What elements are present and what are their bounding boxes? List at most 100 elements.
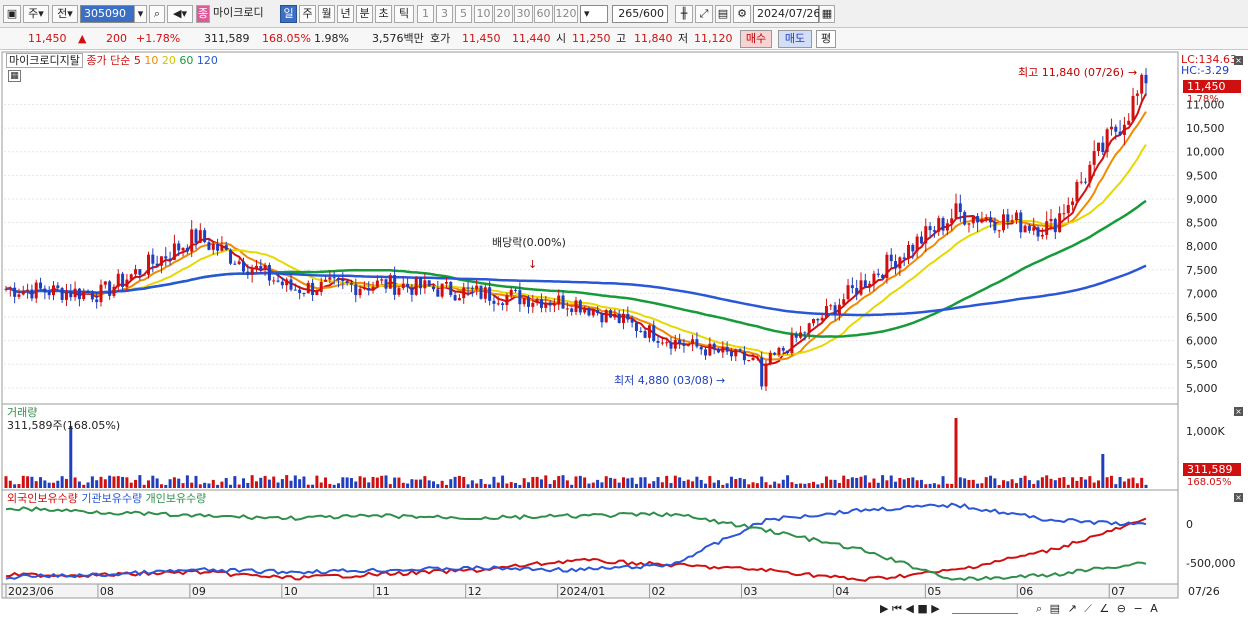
prev-select[interactable]: 전▾ [52,5,78,23]
volume-bar [337,483,340,488]
high-price: 11,840 [634,32,673,45]
tick-3[interactable]: 3 [436,5,453,23]
volume-bar [768,484,772,488]
candle-body [704,349,708,356]
volume-bar [384,475,388,488]
candle-body [604,310,608,323]
tick-5[interactable]: 5 [455,5,472,23]
stop-icon[interactable]: ■ [917,602,927,615]
volume-bar [742,479,746,488]
candle-body [121,273,125,287]
volume-bar [777,483,781,488]
angle-icon[interactable]: ∠ [1099,602,1111,615]
close-icon-holding[interactable]: × [1234,493,1243,502]
tick-60[interactable]: 60 [534,5,553,23]
date-input[interactable]: 2024/07/26 [753,5,820,23]
tab-second[interactable]: 초 [375,5,392,23]
close-icon-volume[interactable]: × [1234,407,1243,416]
candle-body [561,295,565,309]
line-icon[interactable]: ⟋ [1084,602,1094,615]
candle-body [505,295,509,305]
save-icon[interactable]: ▤ [715,5,731,23]
grid-icon[interactable]: ▦ [8,70,21,82]
tab-year[interactable]: 년 [337,5,354,23]
volume-bar [388,484,392,488]
buy-button[interactable]: 매수 [740,30,772,48]
candle-body [73,288,77,298]
volume-bar [1006,481,1010,488]
volume-bar [583,477,587,488]
volume-bar [967,480,971,488]
volume-bar [116,476,120,488]
speaker-icon[interactable]: ◀▾ [167,5,193,23]
tick-20[interactable]: 20 [494,5,513,23]
stock-title[interactable]: 마이크로디지탈 [6,53,83,68]
volume-bar [734,479,738,488]
tick-120[interactable]: 120 [554,5,578,23]
candle-body [665,342,669,344]
volume-bar [1105,477,1109,488]
volume-bar [833,479,837,488]
eval-button[interactable]: 평 [816,30,836,48]
tab-tick[interactable]: 틱 [394,5,414,23]
draw-tool-icon[interactable]: ⤢ [695,5,713,23]
stock-chart[interactable]: 11,00010,50010,0009,5009,0008,5008,0007,… [0,50,1248,621]
tab-minute[interactable]: 분 [356,5,373,23]
market-select[interactable]: 주▾ [23,5,49,23]
next-icon[interactable]: ▶ [931,602,939,615]
candle-body [989,217,993,223]
candle-icon[interactable]: ╫ [675,5,693,23]
volume-bar [1088,476,1092,488]
volume-bar [686,479,690,488]
candle-body [820,317,824,321]
candle-body [488,287,492,301]
candle-body [829,305,833,307]
candle-body [1062,213,1066,215]
text-icon[interactable]: A [1150,602,1160,615]
candle-body [531,302,535,307]
candle-body [332,277,336,279]
zoom-slider[interactable] [952,606,1018,614]
gear-icon[interactable]: ⚙ [733,5,751,23]
candle-body [807,323,811,334]
grid-view-icon[interactable]: ▤ [1050,602,1062,615]
trend-icon[interactable]: ↗ [1068,602,1079,615]
scroll-right-icon[interactable]: ▶ [880,602,888,615]
candle-body [311,282,315,296]
volume-bar [419,479,423,488]
toolbar: ▣ 주▾ 전▾ 305090 ▾ ⌕ ◀▾ 종 마이크로디 일 주 월 년 분 … [0,0,1248,28]
volume-bar [1023,475,1027,488]
close-icon[interactable]: × [1234,56,1243,65]
candle-body [1135,93,1139,96]
zoom-out-icon[interactable]: ⊖ [1117,602,1128,615]
candle-body [419,277,423,289]
candle-body [617,313,621,323]
window-icon[interactable]: ▣ [3,5,21,23]
volume-bar [812,481,815,488]
chevron-down-icon[interactable]: ▾ [134,5,147,23]
search-icon-2[interactable]: ⌕ [1036,602,1044,615]
stock-code-input[interactable]: 305090 [80,5,136,23]
calendar-icon[interactable]: ▦ [819,5,835,23]
trade-amount: 3,576백만 [372,32,424,45]
tick-30[interactable]: 30 [514,5,533,23]
candle-body [8,287,12,289]
candle-body [138,269,142,275]
minus-icon[interactable]: − [1133,602,1144,615]
tab-month[interactable]: 월 [318,5,335,23]
bar-count-field[interactable]: 265/600 [612,5,668,23]
tick-1[interactable]: 1 [417,5,434,23]
candle-body [755,357,759,359]
search-icon[interactable]: ⌕ [149,5,165,23]
volume-bar [751,482,755,488]
tick-10[interactable]: 10 [474,5,493,23]
rewind-icon[interactable]: ⏮ [892,602,902,615]
tick-custom-select[interactable]: ▾ [580,5,608,23]
tab-week[interactable]: 주 [299,5,316,23]
sell-button[interactable]: 매도 [778,30,812,48]
candle-body [509,289,513,296]
candle-body [803,332,807,334]
volume-bar [924,484,928,488]
tab-day[interactable]: 일 [280,5,297,23]
prev-icon[interactable]: ◀ [905,602,913,615]
